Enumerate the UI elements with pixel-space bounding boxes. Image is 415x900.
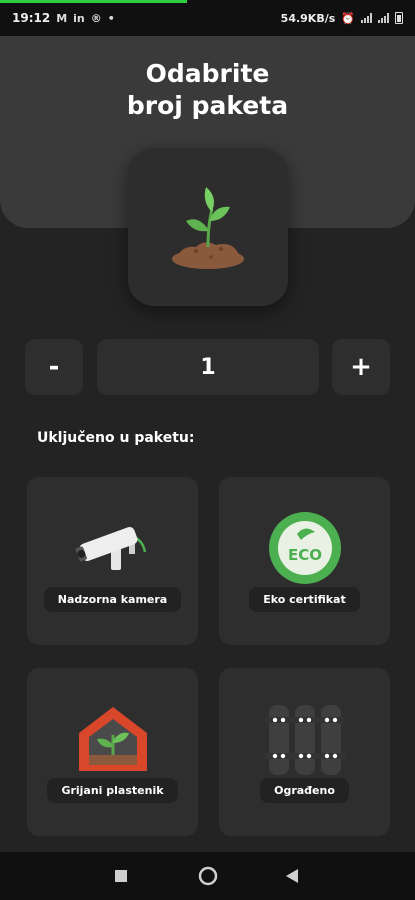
security-camera-icon [75, 526, 146, 570]
feature-card-camera: Nadzorna kamera [27, 477, 198, 645]
more-notifications-icon: • [107, 11, 115, 25]
system-nav-bar [0, 852, 415, 900]
feature-card-greenhouse: Grijani plastenik [27, 668, 198, 836]
linkedin-icon: in [73, 11, 85, 25]
feature-label: Nadzorna kamera [43, 587, 182, 612]
app-notification-icon: ® [90, 11, 102, 25]
seedling-icon [172, 187, 244, 269]
page-title-line1: Odabrite [145, 59, 270, 88]
increase-button[interactable]: + [332, 339, 390, 395]
recent-apps-button[interactable] [97, 852, 145, 900]
back-triangle-icon [286, 869, 298, 883]
fence-icon [264, 705, 345, 775]
feature-label: Eko certifikat [249, 587, 360, 612]
signal-4g-icon [378, 13, 389, 23]
battery-icon [395, 12, 403, 24]
page-title: Odabrite broj paketa [0, 58, 415, 122]
feature-label: Grijani plastenik [47, 778, 178, 803]
signal-icon [361, 13, 372, 23]
page-title-line2: broj paketa [126, 91, 289, 120]
quantity-value[interactable]: 1 [97, 339, 319, 395]
square-icon [115, 870, 127, 882]
alarm-icon: ⏰ [341, 11, 355, 25]
status-bar: 19:12 M in ® • 54.9KB/s ⏰ [0, 0, 415, 36]
circle-icon [198, 866, 218, 886]
eco-badge-text: ECO [287, 546, 321, 564]
status-progress-bar [0, 0, 187, 3]
decrease-button[interactable]: - [25, 339, 83, 395]
plant-image-card [128, 148, 288, 306]
status-time: 19:12 [12, 11, 51, 25]
network-speed: 54.9KB/s [280, 11, 336, 25]
feature-label: Ograđeno [260, 778, 349, 803]
feature-card-fence: Ograđeno [219, 668, 390, 836]
eco-badge-icon: ECO [268, 512, 341, 584]
included-section-title: Uključeno u paketu: [37, 430, 195, 446]
gmail-icon: M [56, 11, 68, 25]
home-button[interactable] [184, 852, 232, 900]
back-button[interactable] [268, 852, 316, 900]
feature-card-eco: ECO Eko certifikat [219, 477, 390, 645]
greenhouse-icon [78, 707, 147, 771]
